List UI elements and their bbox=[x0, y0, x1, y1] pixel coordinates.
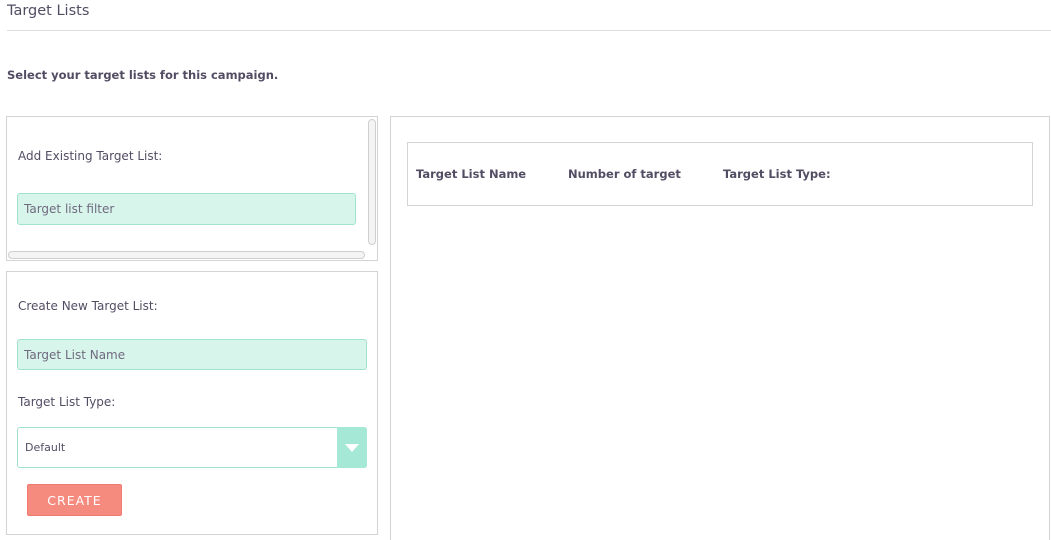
page-title: Target Lists bbox=[7, 3, 90, 19]
vertical-scrollbar[interactable] bbox=[368, 119, 376, 245]
create-button[interactable]: CREATE bbox=[27, 484, 122, 516]
selected-lists-panel: Target List Name Number of target Target… bbox=[390, 116, 1050, 540]
target-list-type-select[interactable]: Default bbox=[17, 427, 367, 468]
add-existing-panel: Add Existing Target List: bbox=[6, 116, 378, 261]
target-list-table: Target List Name Number of target Target… bbox=[407, 142, 1033, 206]
target-list-type-label: Target List Type: bbox=[18, 395, 116, 409]
horizontal-scrollbar[interactable] bbox=[8, 251, 365, 259]
target-list-filter-input[interactable] bbox=[17, 193, 356, 225]
chevron-down-icon[interactable] bbox=[337, 427, 367, 468]
column-header-count: Number of target bbox=[568, 167, 681, 181]
title-divider bbox=[7, 30, 1051, 31]
select-value: Default bbox=[25, 441, 66, 454]
instructions-text: Select your target lists for this campai… bbox=[7, 68, 279, 82]
column-header-name: Target List Name bbox=[416, 167, 527, 181]
create-new-panel: Create New Target List: Target List Type… bbox=[6, 271, 378, 535]
add-existing-label: Add Existing Target List: bbox=[18, 149, 163, 163]
target-list-name-input[interactable] bbox=[17, 339, 367, 370]
create-new-label: Create New Target List: bbox=[18, 299, 158, 313]
column-header-type: Target List Type: bbox=[723, 167, 831, 181]
